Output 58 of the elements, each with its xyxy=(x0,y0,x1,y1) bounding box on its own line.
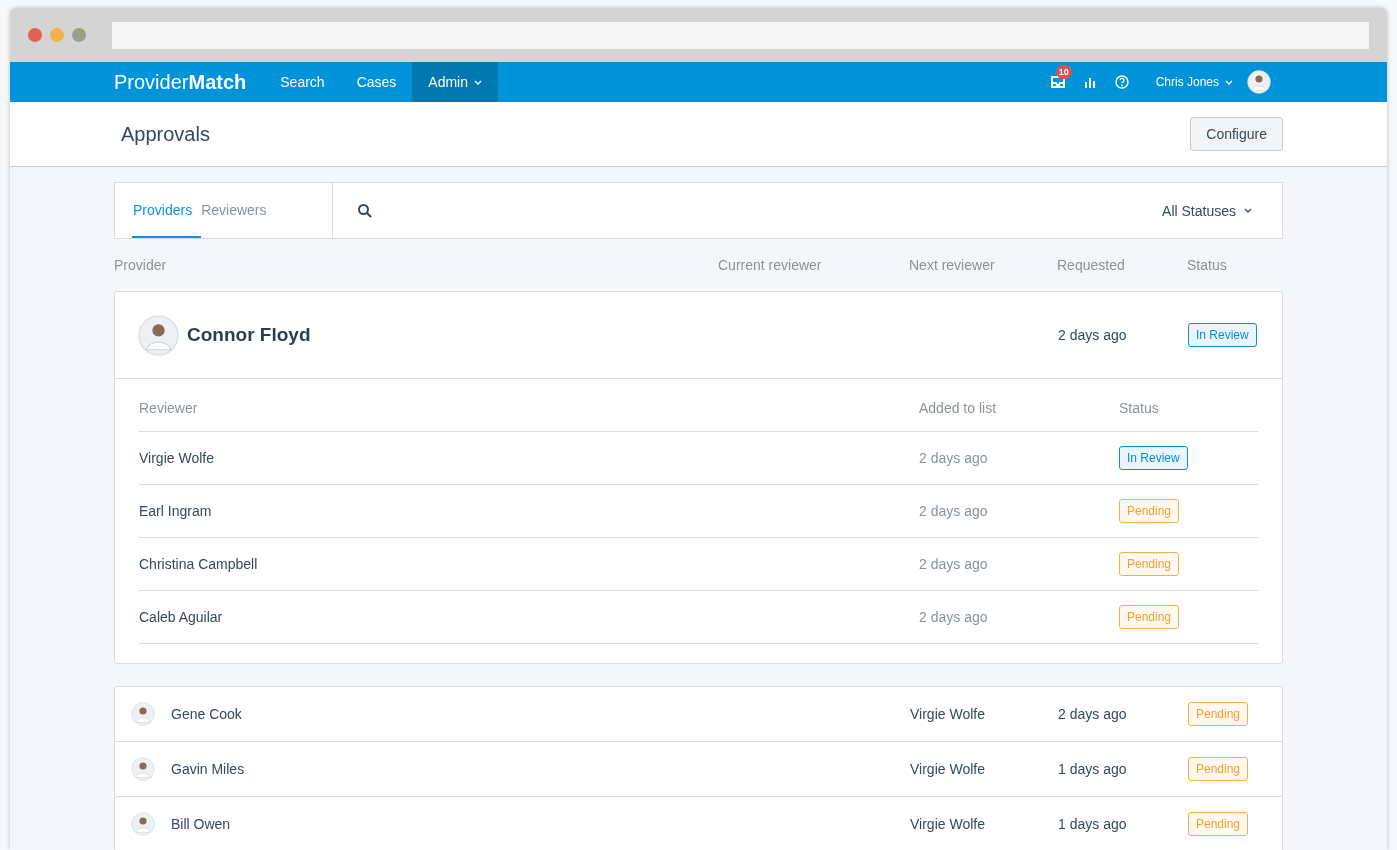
notification-badge: 10 xyxy=(1055,65,1072,79)
reviewer-name: Caleb Aguilar xyxy=(139,609,224,625)
reviewer-name: Virgie Wolfe xyxy=(139,450,215,466)
configure-button[interactable]: Configure xyxy=(1190,117,1283,151)
caret-icon xyxy=(1244,208,1252,213)
avatar-icon xyxy=(131,812,155,836)
nav-item[interactable]: Admin xyxy=(412,62,498,102)
help-icon[interactable] xyxy=(1113,74,1130,90)
requested-date: 1 days ago xyxy=(1058,761,1128,777)
close-icon[interactable] xyxy=(28,28,42,42)
added-date: 2 days ago xyxy=(919,609,989,625)
page-title: Approvals xyxy=(121,122,211,146)
avatar-icon xyxy=(131,757,155,781)
status-badge: Pending xyxy=(1188,757,1249,781)
column-header: Added to list xyxy=(919,400,998,416)
brand-logo[interactable]: ProviderMatch xyxy=(114,70,247,94)
status-filter[interactable]: All Statuses xyxy=(1156,183,1258,238)
search-icon[interactable] xyxy=(357,203,373,219)
avatar-icon xyxy=(131,702,155,726)
reviewer-name: Christina Campbell xyxy=(139,556,259,572)
provider-name[interactable]: Gene Cook xyxy=(171,706,242,722)
next-reviewer: Virgie Wolfe xyxy=(910,761,986,777)
column-header: Status xyxy=(1187,257,1228,273)
added-date: 2 days ago xyxy=(919,556,989,572)
column-header: Requested xyxy=(1057,257,1126,273)
provider-name[interactable]: Connor Floyd xyxy=(187,324,311,346)
next-reviewer: Virgie Wolfe xyxy=(910,816,986,832)
added-date: 2 days ago xyxy=(919,450,989,466)
tab[interactable]: Reviewers xyxy=(201,183,275,238)
column-header: Next reviewer xyxy=(909,257,996,273)
next-reviewer: Virgie Wolfe xyxy=(910,706,986,722)
provider-name[interactable]: Gavin Miles xyxy=(171,761,245,777)
user-menu[interactable]: Chris Jones xyxy=(1149,74,1239,90)
tab[interactable]: Providers xyxy=(132,183,202,238)
avatar-icon xyxy=(138,314,179,356)
status-badge: In Review xyxy=(1119,446,1188,470)
caret-icon xyxy=(1225,79,1233,85)
status-badge: Pending xyxy=(1119,499,1180,523)
status-badge: Pending xyxy=(1188,702,1249,726)
status-badge: Pending xyxy=(1188,812,1249,836)
status-badge: Pending xyxy=(1119,605,1180,629)
requested-date: 1 days ago xyxy=(1058,816,1128,832)
nav-item[interactable]: Search xyxy=(264,62,341,102)
requested-date: 2 days ago xyxy=(1058,327,1128,343)
column-header: Current reviewer xyxy=(718,257,823,273)
maximize-icon[interactable] xyxy=(72,28,86,42)
column-header: Status xyxy=(1119,400,1160,416)
avatar-icon xyxy=(1247,70,1271,94)
column-header: Provider xyxy=(114,257,168,273)
column-header: Reviewer xyxy=(139,400,199,416)
requested-date: 2 days ago xyxy=(1058,706,1128,722)
nav-item[interactable]: Cases xyxy=(340,62,413,102)
status-badge: Pending xyxy=(1119,552,1180,576)
inbox-icon[interactable] xyxy=(1049,74,1066,90)
provider-name[interactable]: Bill Owen xyxy=(171,816,231,832)
reviewer-name: Earl Ingram xyxy=(139,503,213,519)
added-date: 2 days ago xyxy=(919,503,989,519)
status-badge: In Review xyxy=(1188,323,1257,347)
